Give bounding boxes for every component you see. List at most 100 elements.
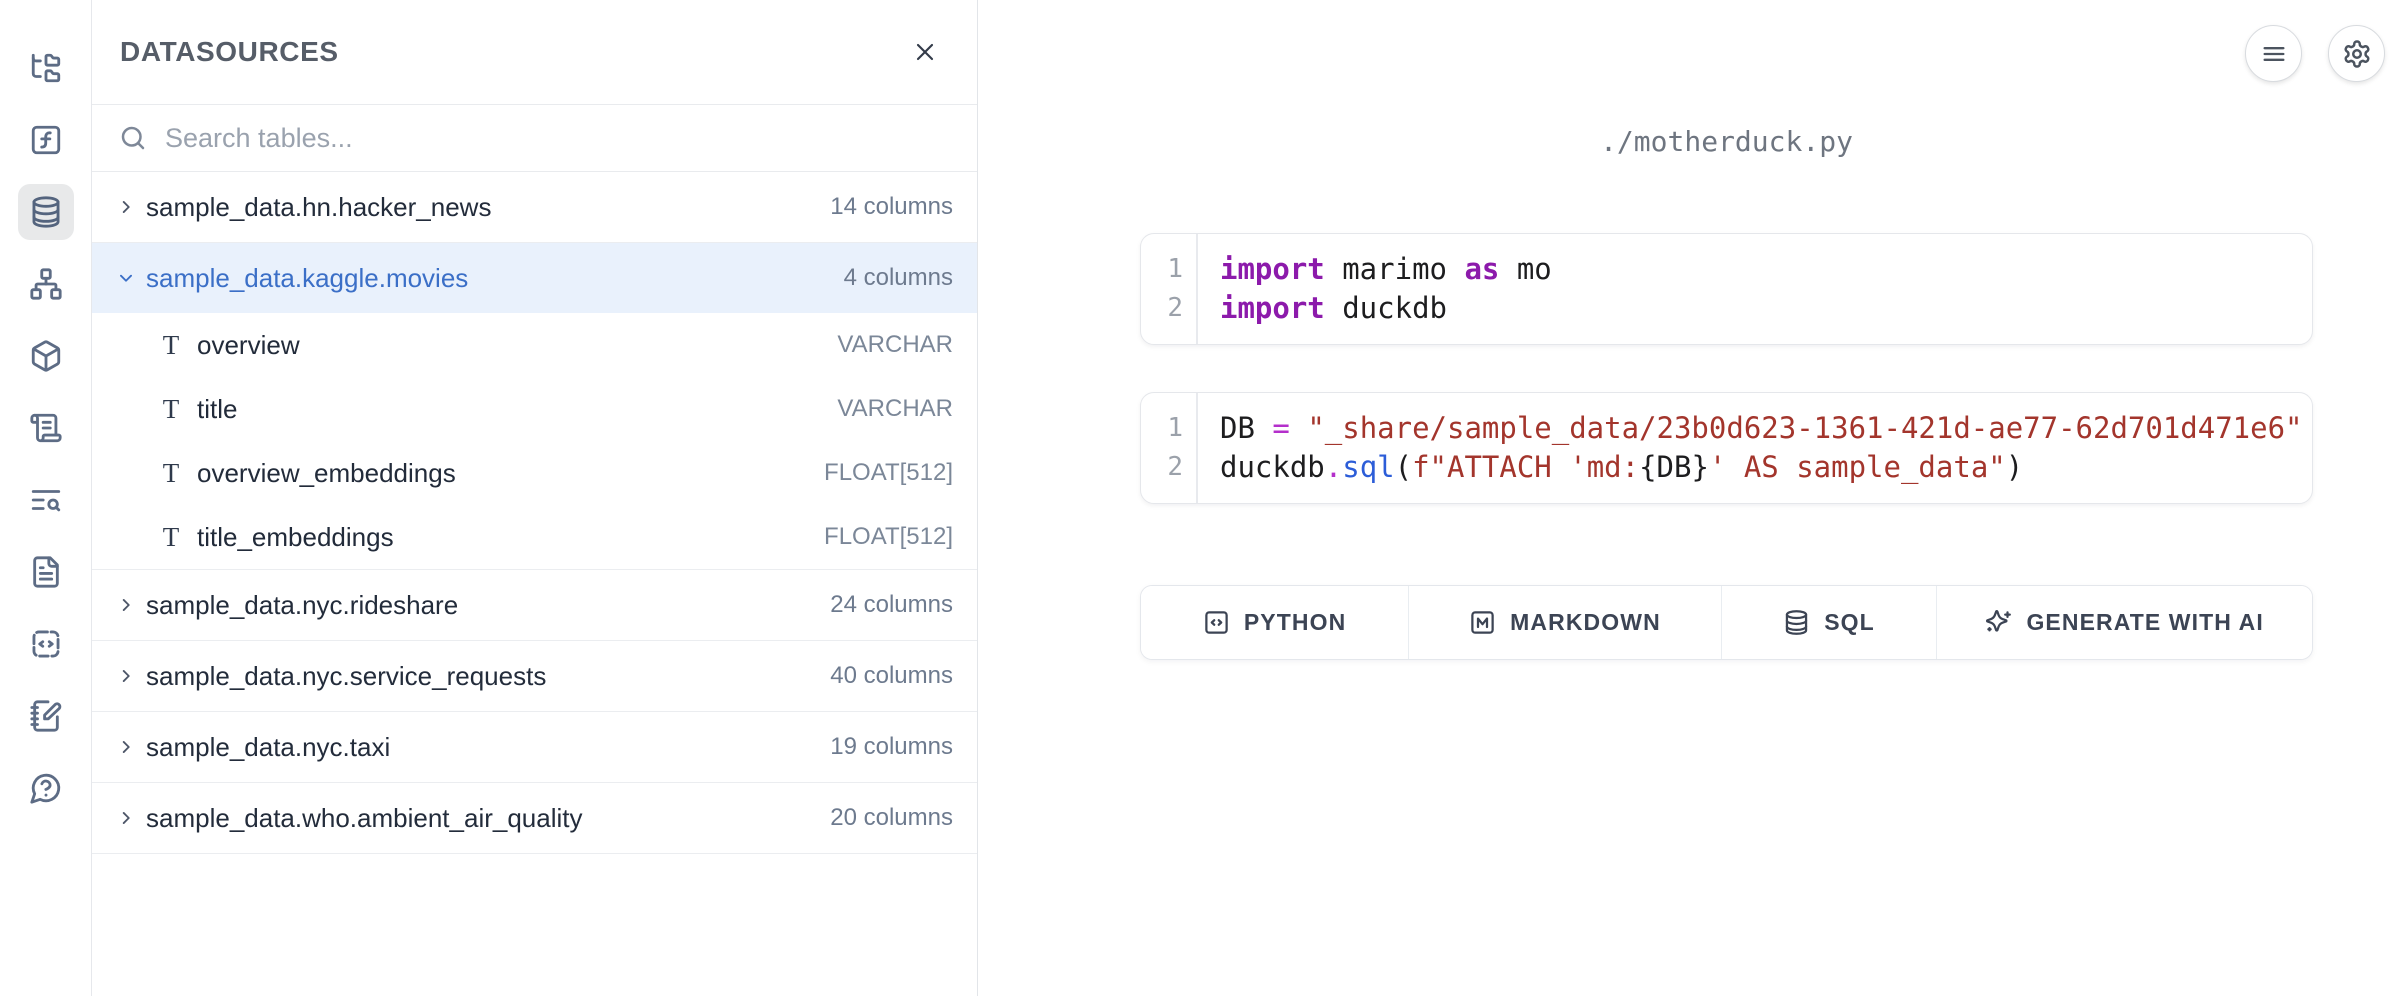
markdown-icon [1469,609,1496,636]
table-row[interactable]: sample_data.who.ambient_air_quality20 co… [92,783,977,853]
dependency-graph-icon [29,267,63,301]
function-icon [29,123,63,157]
add-markdown-button[interactable]: MARKDOWN [1409,586,1722,659]
add-generate-with-ai-button[interactable]: GENERATE WITH AI [1937,586,2312,659]
sidebar-text-search-button[interactable] [18,472,74,528]
line-number: 2 [1141,448,1196,487]
table-name: sample_data.nyc.rideshare [146,590,458,621]
line-number: 2 [1141,289,1196,328]
text-type-icon: T [160,522,182,553]
column-name: overview [197,330,300,361]
notebook-file-title: ./motherduck.py [1140,125,2313,158]
table-row[interactable]: sample_data.kaggle.movies4 columns [92,243,977,313]
column-name: title [197,394,237,425]
snippets-icon [29,627,63,661]
table-name: sample_data.nyc.taxi [146,732,390,763]
sidebar-dependency-graph-button[interactable] [18,256,74,312]
table-row[interactable]: sample_data.nyc.rideshare24 columns [92,570,977,640]
search-icon [118,123,148,153]
code-line: import marimo as mo [1220,250,2294,289]
table-name: sample_data.nyc.service_requests [146,661,546,692]
add-sql-button[interactable]: SQL [1722,586,1937,659]
sidebar-database-button[interactable] [18,184,74,240]
table-group: sample_data.who.ambient_air_quality20 co… [92,783,977,854]
column-count: 20 columns [830,804,953,832]
table-row[interactable]: sample_data.hn.hacker_news14 columns [92,172,977,242]
close-icon [911,38,939,66]
sidebar-snippets-button[interactable] [18,616,74,672]
document-icon [29,555,63,589]
settings-button[interactable] [2328,25,2385,82]
database-icon [29,195,63,229]
column-type: VARCHAR [837,395,953,423]
table-group: sample_data.nyc.rideshare24 columns [92,570,977,641]
sidebar-logs-scroll-button[interactable] [18,400,74,456]
search-bar [92,105,977,172]
column-name: title_embeddings [197,522,394,553]
column-row[interactable]: Ttitle_embeddingsFLOAT[512] [92,505,977,569]
chevron-right-icon [115,196,137,218]
line-number: 1 [1141,409,1196,448]
marimo-app: DATASOURCES sample_data.hn.hacker_news14… [0,0,2399,996]
table-group: sample_data.kaggle.movies4 columnsToverv… [92,243,977,570]
code-square-icon [1203,609,1230,636]
column-count: 14 columns [830,193,953,221]
column-type: FLOAT[512] [824,459,953,487]
file-tree-icon [29,51,63,85]
sidebar-help-button[interactable] [18,760,74,816]
column-row[interactable]: Toverview VARCHAR [92,313,977,377]
table-group: sample_data.nyc.taxi 19 columns [92,712,977,783]
text-type-icon: T [160,458,182,489]
chevron-down-icon [115,267,137,289]
table-list: sample_data.hn.hacker_news14 columnssamp… [92,172,977,854]
close-panel-button[interactable] [903,30,947,74]
notebook-main: ./motherduck.py 12import marimo as moimp… [978,0,2399,996]
sidebar-function-button[interactable] [18,112,74,168]
sidebar-scratchpad-button[interactable] [18,688,74,744]
action-label: PYTHON [1244,609,1346,636]
database-icon [1783,609,1810,636]
add-python-button[interactable]: PYTHON [1141,586,1409,659]
chevron-right-icon [115,594,137,616]
notebook-menu-button[interactable] [2245,25,2302,82]
code-editor[interactable]: DB = "_share/sample_data/23b0d623-1361-4… [1198,393,2313,503]
column-type: VARCHAR [837,331,953,359]
code-cell[interactable]: 12import marimo as moimport duckdb [1140,233,2313,345]
code-line: duckdb.sql(f"ATTACH 'md:{DB}' AS sample_… [1220,448,2303,487]
table-row[interactable]: sample_data.nyc.taxi 19 columns [92,712,977,782]
panel-title: DATASOURCES [120,36,339,68]
code-editor[interactable]: import marimo as moimport duckdb [1198,234,2312,344]
column-row[interactable]: TtitleVARCHAR [92,377,977,441]
action-label: MARKDOWN [1510,609,1661,636]
code-line: import duckdb [1220,289,2294,328]
chevron-right-icon [115,665,137,687]
column-count: 40 columns [830,662,953,690]
column-count: 19 columns [830,733,953,761]
chevron-right-icon [115,807,137,829]
package-icon [29,339,63,373]
code-cell[interactable]: 12 DB = "_share/sample_data/23b0d623-1361… [1140,392,2313,504]
datasources-panel: DATASOURCES sample_data.hn.hacker_news14… [92,0,978,996]
column-row[interactable]: Toverview_embeddings FLOAT[512] [92,441,977,505]
line-number: 1 [1141,250,1196,289]
scratchpad-icon [29,699,63,733]
sparkles-icon [1985,609,2012,636]
sidebar-icon-rail [0,0,92,996]
table-group: sample_data.nyc.service_requests 40 colum… [92,641,977,712]
sidebar-document-button[interactable] [18,544,74,600]
column-count: 4 columns [844,264,953,292]
action-label: SQL [1824,609,1875,636]
logs-scroll-icon [29,411,63,445]
table-group: sample_data.hn.hacker_news14 columns [92,172,977,243]
line-numbers: 12 [1141,234,1198,344]
search-tables-input[interactable] [165,123,949,154]
menu-icon [2260,40,2288,68]
text-type-icon: T [160,330,182,361]
column-name: overview_embeddings [197,458,456,489]
gear-icon [2342,39,2372,69]
table-row[interactable]: sample_data.nyc.service_requests 40 colum… [92,641,977,711]
sidebar-package-button[interactable] [18,328,74,384]
line-numbers: 12 [1141,393,1198,503]
code-line: DB = "_share/sample_data/23b0d623-1361-4… [1220,409,2303,448]
sidebar-file-tree-button[interactable] [18,40,74,96]
